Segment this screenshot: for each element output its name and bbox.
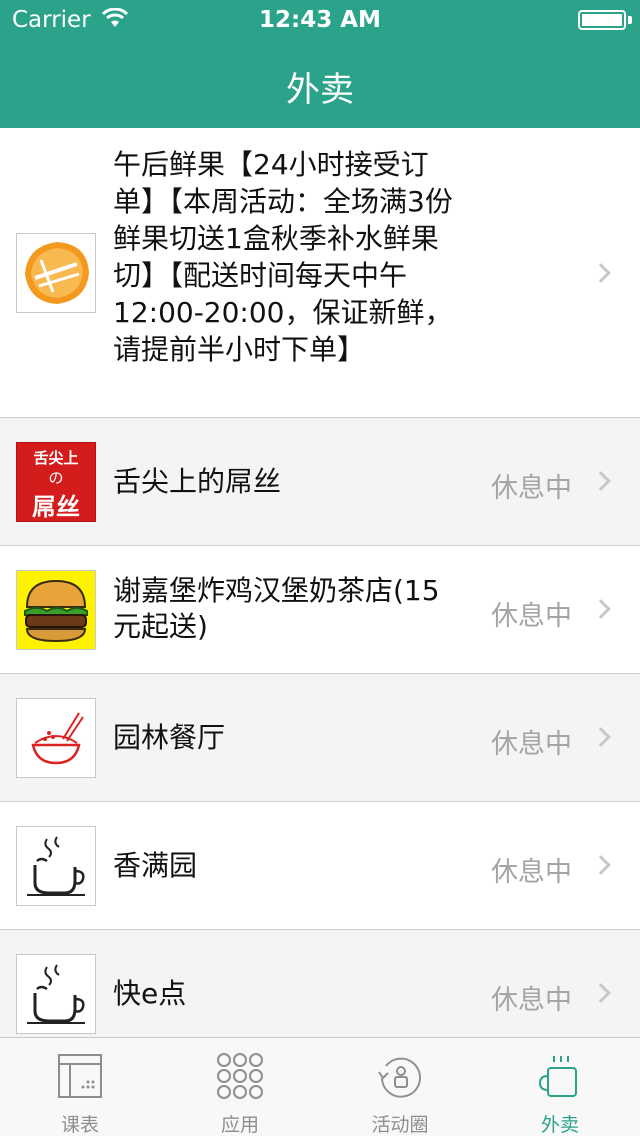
restaurant-row-afternoon-fruit[interactable]: 午后鲜果【24小时接受订单】【本周活动：全场满3份鲜果切送1盒秋季补水鲜果切】【… (0, 128, 640, 418)
restaurant-logo-burger (16, 570, 96, 650)
orange-slice-icon (25, 242, 89, 304)
chevron-right-icon (591, 983, 611, 1003)
battery-icon (578, 10, 626, 30)
tab-schedule[interactable]: 课表 (0, 1038, 160, 1136)
chevron-right-icon (591, 471, 611, 491)
chevron-right-icon (591, 263, 611, 283)
restaurant-row-xiangmanyuan[interactable]: 香满园 休息中 (0, 802, 640, 930)
status-label: 休息中 (491, 985, 572, 1016)
restaurant-name: 谢嘉堡炸鸡汉堡奶茶店(15元起送) (113, 574, 440, 643)
restaurant-name: 园林餐厅 (113, 721, 226, 754)
status-bar: Carrier 12:43 AM (0, 0, 640, 40)
status-label: 休息中 (491, 857, 572, 888)
battery-tip (628, 16, 632, 24)
restaurant-list[interactable]: 午后鲜果【24小时接受订单】【本周活动：全场满3份鲜果切送1盒秋季补水鲜果切】【… (0, 128, 640, 1037)
steaming-cup-icon (27, 964, 85, 1024)
restaurant-logo-fruit (16, 233, 96, 313)
tab-label: 外卖 (540, 1114, 579, 1136)
chevron-right-icon (591, 599, 611, 619)
navigation-header: Carrier 12:43 AM 外卖 (0, 0, 640, 128)
logo-text-mid: の (48, 469, 64, 487)
tab-label: 应用 (220, 1114, 259, 1136)
page-title: 外卖 (286, 70, 354, 110)
restaurant-name: 舌尖上的屌丝 (113, 465, 282, 498)
restaurant-row-yuanlin[interactable]: 园林餐厅 休息中 (0, 674, 640, 802)
restaurant-logo-cup (16, 954, 96, 1034)
coffee-cup-icon (538, 1056, 577, 1097)
burger-icon (24, 579, 88, 643)
restaurant-logo-cup (16, 826, 96, 906)
restaurant-name: 快e点 (113, 977, 187, 1010)
restaurant-row-shejian[interactable]: 舌尖上 の 屌丝 舌尖上的屌丝 休息中 (0, 418, 640, 546)
steaming-cup-icon (27, 836, 85, 896)
logo-text-bottom: 屌丝 (32, 493, 80, 521)
restaurant-row-xiejiabao[interactable]: 谢嘉堡炸鸡汉堡奶茶店(15元起送) 休息中 (0, 546, 640, 674)
tab-activity[interactable]: 活动圈 (320, 1038, 480, 1136)
tab-bar: 课表 应用 活动圈 外卖 (0, 1037, 640, 1136)
schedule-icon (58, 1054, 102, 1098)
restaurant-name: 香满园 (113, 849, 198, 882)
restaurant-logo-rice-bowl (16, 698, 96, 778)
restaurant-logo-shejian: 舌尖上 の 屌丝 (16, 442, 96, 522)
clock: 12:43 AM (259, 7, 381, 33)
apps-grid-icon (217, 1053, 263, 1099)
chevron-right-icon (591, 855, 611, 875)
status-label: 休息中 (491, 729, 572, 760)
status-label: 休息中 (491, 601, 572, 632)
tab-label: 活动圈 (371, 1114, 429, 1136)
chevron-right-icon (591, 727, 611, 747)
restaurant-name: 午后鲜果【24小时接受订单】【本周活动：全场满3份鲜果切送1盒秋季补水鲜果切】【… (113, 148, 453, 366)
tab-label: 课表 (60, 1114, 99, 1136)
tab-apps[interactable]: 应用 (160, 1038, 320, 1136)
status-label: 休息中 (491, 473, 572, 504)
logo-text-top: 舌尖上 (33, 449, 79, 467)
activity-circle-icon (378, 1057, 421, 1098)
tab-takeout[interactable]: 外卖 (480, 1038, 640, 1136)
restaurant-row-kuaiedian[interactable]: 快e点 休息中 (0, 930, 640, 1037)
rice-bowl-icon (31, 712, 84, 765)
